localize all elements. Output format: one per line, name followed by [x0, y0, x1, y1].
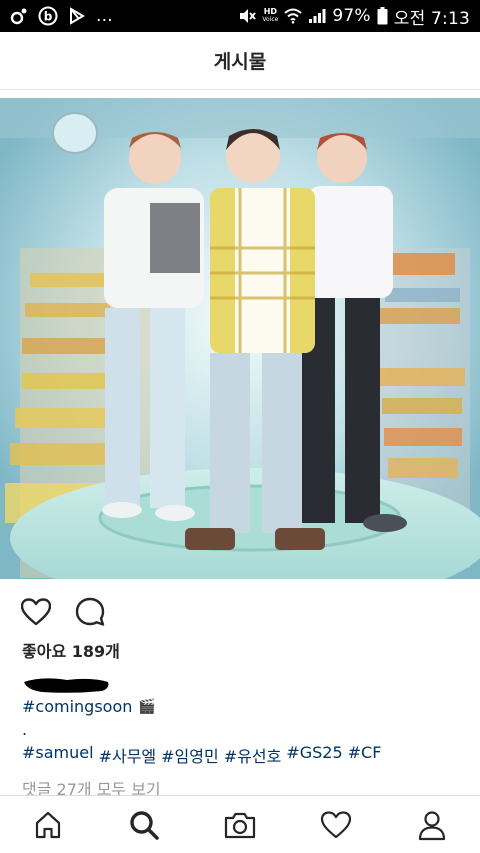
camera-icon — [224, 812, 256, 838]
nav-search[interactable] — [120, 801, 168, 849]
nav-profile[interactable] — [408, 801, 456, 849]
activity-heart-icon — [320, 810, 352, 838]
page-title: 게시물 — [213, 51, 267, 73]
home-icon — [35, 811, 61, 838]
like-count[interactable]: 좋아요 189개 — [22, 638, 120, 662]
caption-hashtag[interactable]: #comingsoon — [22, 697, 132, 716]
status-bar: b ... HD Voice 97% 오전 7:13 — [0, 0, 480, 32]
post-caption: #comingsoon 🎬 — [22, 697, 156, 716]
hashtag[interactable]: #samuel — [22, 743, 94, 767]
post-image-illustration — [0, 98, 480, 579]
overflow-indicator: ... — [96, 6, 113, 26]
hashtag-list: #samuel #사무엘 #임영민 #유선호 #GS25 #CF — [22, 743, 381, 767]
clapper-board-icon: 🎬 — [138, 698, 156, 715]
hd-voice-icon: HD Voice — [262, 7, 279, 24]
hashtag[interactable]: #GS25 — [286, 743, 342, 767]
battery-icon — [377, 7, 388, 25]
nav-home[interactable] — [24, 801, 72, 849]
clock: 오전 7:13 — [393, 8, 470, 29]
page-header: 게시물 — [0, 32, 480, 90]
svg-text:b: b — [44, 10, 53, 24]
like-button[interactable] — [20, 596, 52, 628]
mute-icon — [238, 7, 257, 25]
play-store-icon — [68, 7, 86, 25]
post-image[interactable] — [0, 98, 480, 579]
hashtag[interactable]: #유선호 — [224, 743, 282, 767]
search-icon — [130, 810, 159, 840]
heart-icon — [21, 598, 51, 626]
bottom-nav — [0, 795, 480, 853]
comment-button[interactable] — [74, 596, 106, 628]
signal-icon — [308, 8, 326, 24]
hashtag[interactable]: #임영민 — [161, 743, 219, 767]
nav-camera[interactable] — [216, 801, 264, 849]
wifi-icon — [284, 8, 303, 24]
post-actions — [20, 596, 106, 628]
hashtag[interactable]: #CF — [348, 743, 382, 767]
profile-icon — [418, 810, 446, 840]
comment-icon — [75, 597, 105, 626]
redacted-author-name — [24, 678, 109, 693]
caption-dot: . — [22, 720, 28, 739]
nav-activity[interactable] — [312, 801, 360, 849]
b-app-icon: b — [38, 6, 58, 26]
hashtag[interactable]: #사무엘 — [99, 743, 157, 767]
battery-percent: 97% — [332, 6, 371, 26]
app-notification-icon — [10, 7, 28, 25]
